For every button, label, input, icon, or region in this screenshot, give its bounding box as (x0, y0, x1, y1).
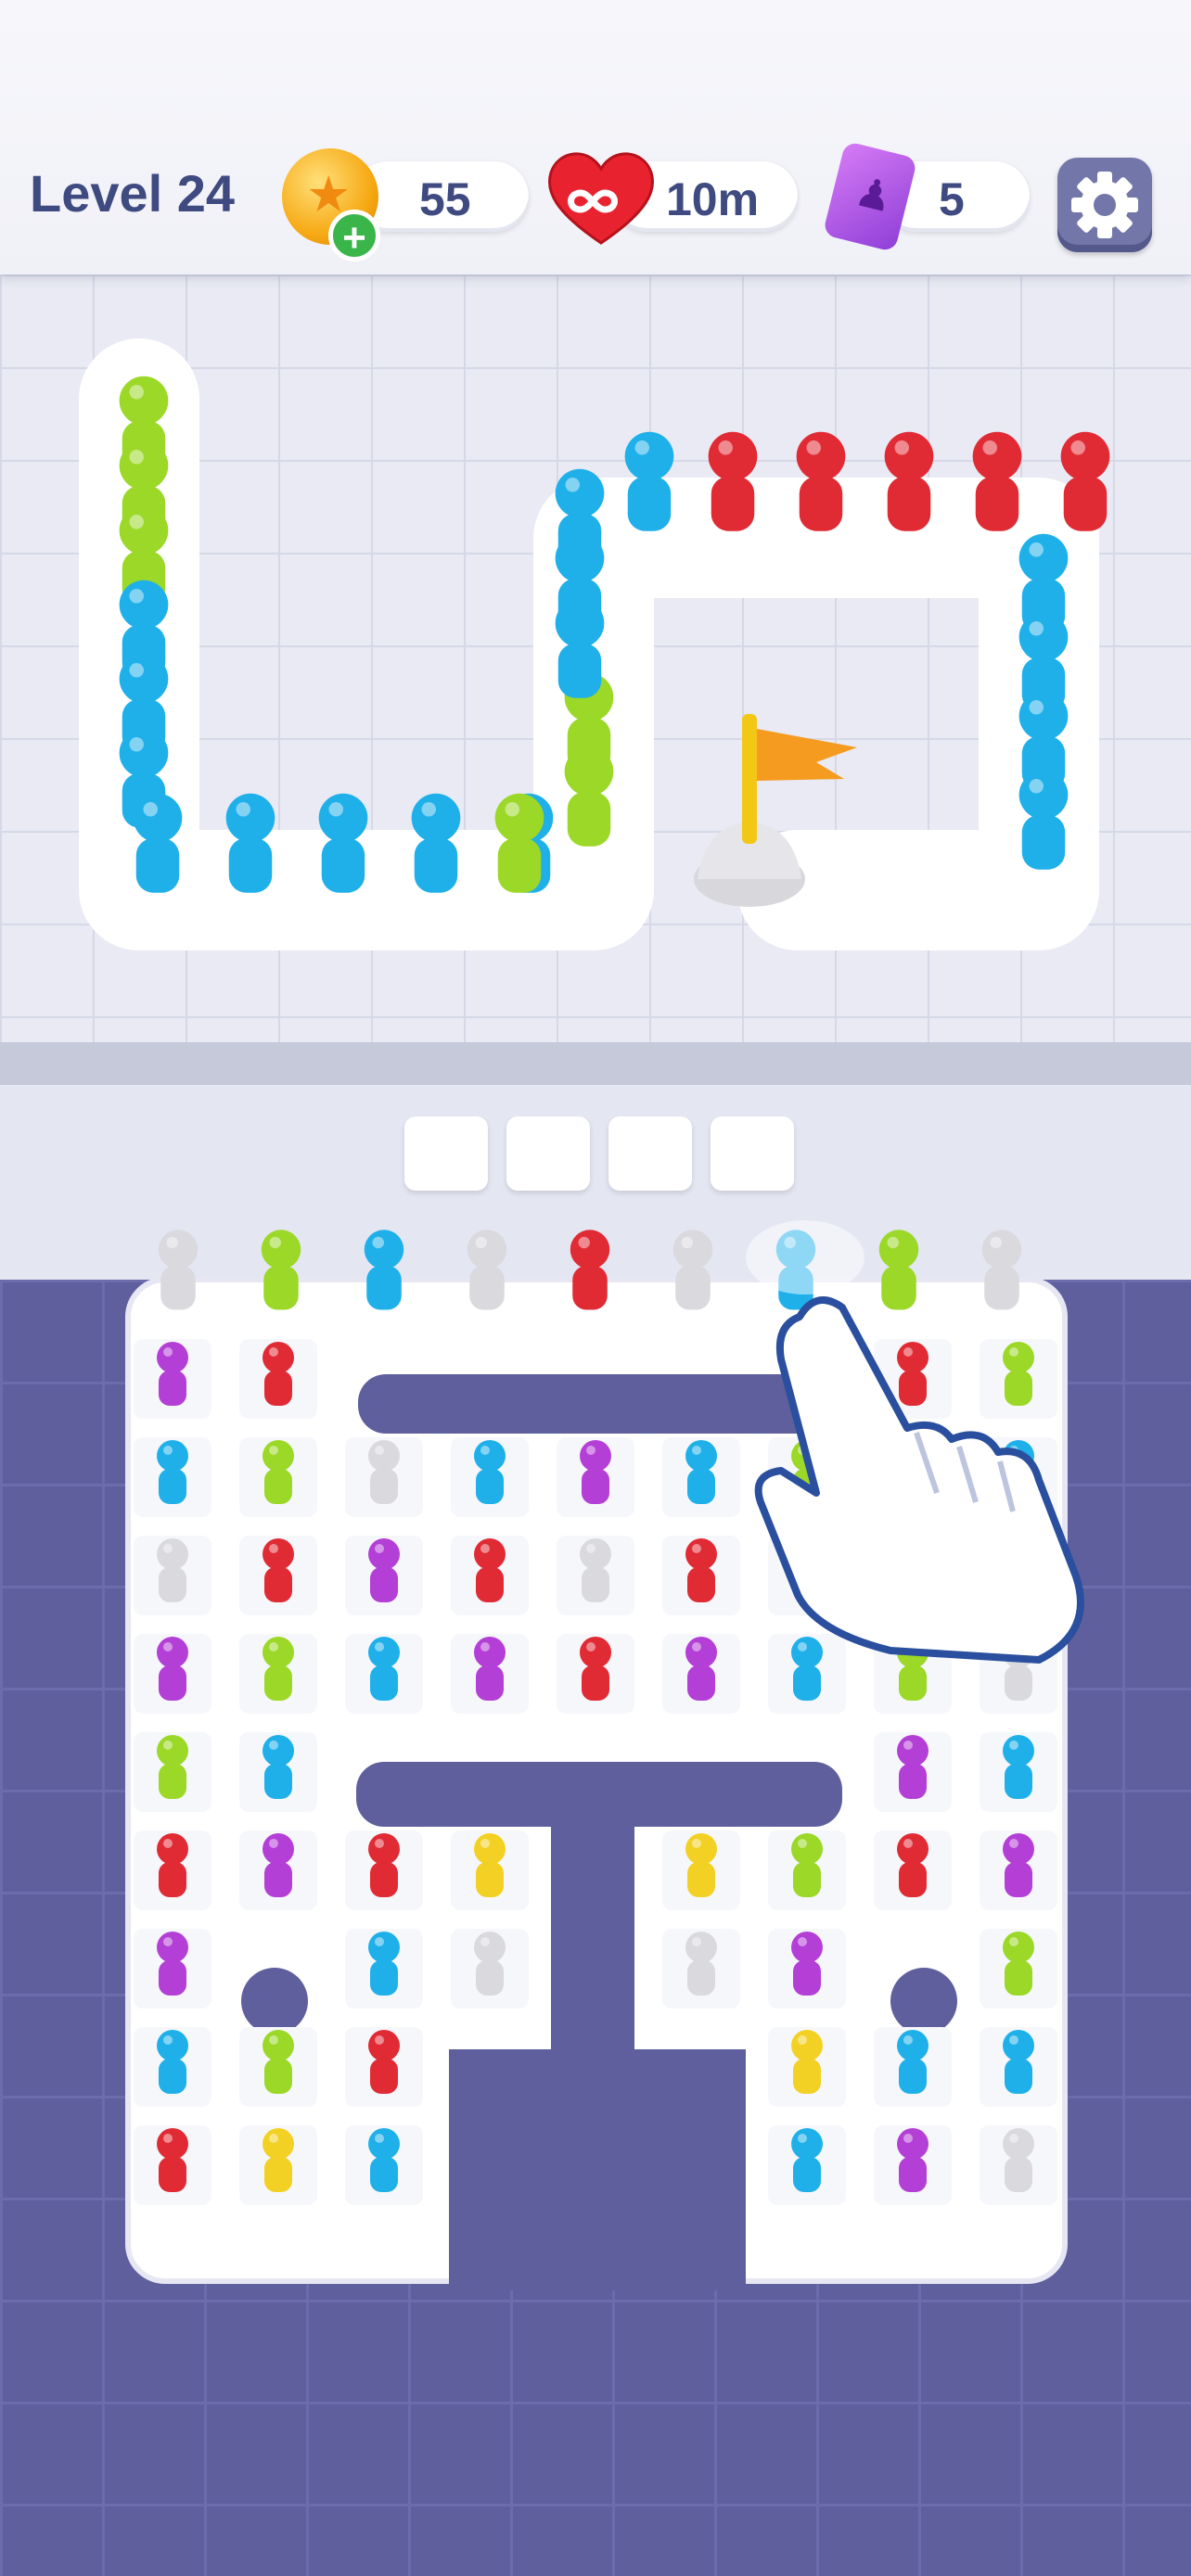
stickman-purple[interactable] (662, 1634, 740, 1714)
grid-layer (125, 1220, 1084, 2290)
stickman-blue[interactable] (239, 1732, 317, 1812)
stickman-purple[interactable] (980, 1830, 1057, 1910)
stickman-purple[interactable] (345, 1536, 423, 1615)
ticket-icon: ♟ (822, 140, 918, 253)
stickman-white[interactable] (345, 1437, 423, 1517)
stickman-purple[interactable] (134, 1634, 211, 1714)
stickman-blue[interactable] (451, 1437, 529, 1517)
stickman-green[interactable] (239, 1634, 317, 1714)
coin-count: 55 (419, 173, 471, 225)
stickman-white (467, 1230, 507, 1310)
settings-button[interactable] (1057, 158, 1152, 252)
lives-timer: 10m (666, 173, 760, 225)
stickman-red[interactable] (557, 1634, 634, 1714)
stickman-white (672, 1230, 713, 1310)
stickman-purple[interactable] (134, 1929, 211, 2009)
stickman-green (261, 1230, 301, 1310)
level-label: Level 24 (30, 164, 236, 223)
infinite-heart-icon (547, 152, 655, 245)
stickman-blue[interactable] (345, 1634, 423, 1714)
stickman-red[interactable] (134, 1830, 211, 1910)
top-bar: Level 24 55 ★ + 10m 5 ♟ (0, 0, 1191, 274)
stickman-purple[interactable] (874, 2125, 952, 2205)
stickman-white[interactable] (134, 1536, 211, 1615)
stickman-purple[interactable] (768, 1929, 846, 2009)
stickman-red[interactable] (345, 2027, 423, 2107)
stickman-green (878, 1230, 919, 1310)
stickman-yellow[interactable] (239, 2125, 317, 2205)
stickman-red[interactable] (134, 2125, 211, 2205)
gear-icon (1071, 172, 1138, 238)
stickman-green[interactable] (768, 1830, 846, 1910)
stickman-purple[interactable] (874, 1732, 952, 1812)
stickman-red[interactable] (662, 1536, 740, 1615)
stickman-yellow[interactable] (451, 1830, 529, 1910)
stickman-blue[interactable] (134, 2027, 211, 2107)
stickman-white[interactable] (980, 2125, 1057, 2205)
stickman-purple[interactable] (451, 1634, 529, 1714)
stickman-purple[interactable] (239, 1830, 317, 1910)
stickman-blue[interactable] (980, 2027, 1057, 2107)
stickman-red[interactable] (874, 1830, 952, 1910)
ticket-count: 5 (939, 173, 965, 225)
stickman-blue[interactable] (768, 2125, 846, 2205)
stickman-blue[interactable] (134, 1437, 211, 1517)
stickman-blue[interactable] (980, 1732, 1057, 1812)
stickman-blue[interactable] (662, 1437, 740, 1517)
stickman-green[interactable] (239, 2027, 317, 2107)
stickman-blue[interactable] (345, 1929, 423, 2009)
stickman-green[interactable] (980, 1339, 1057, 1419)
stickman-yellow[interactable] (768, 2027, 846, 2107)
stickman-yellow[interactable] (662, 1830, 740, 1910)
add-coins-button[interactable]: + (328, 210, 380, 261)
stickman-white (981, 1230, 1022, 1310)
stickman-white[interactable] (451, 1929, 529, 2009)
coin-counter: 55 (352, 161, 529, 232)
stickman-blue[interactable] (768, 1634, 846, 1714)
stickman-blue[interactable] (345, 2125, 423, 2205)
stickman-red[interactable] (239, 1536, 317, 1615)
stickman-white[interactable] (662, 1929, 740, 2009)
stickman-red[interactable] (345, 1830, 423, 1910)
stickman-white (158, 1230, 198, 1310)
stickman-green[interactable] (239, 1437, 317, 1517)
stickman-purple[interactable] (557, 1437, 634, 1517)
stickman-green[interactable] (134, 1732, 211, 1812)
stickman-white[interactable] (557, 1536, 634, 1615)
stickman-red[interactable] (239, 1339, 317, 1419)
stickman-blue (364, 1230, 404, 1310)
stickman-red (570, 1230, 610, 1310)
stickman-blue[interactable] (874, 2027, 952, 2107)
stickman-purple[interactable] (134, 1339, 211, 1419)
stickman-red[interactable] (451, 1536, 529, 1615)
queue-row (158, 1230, 1022, 1310)
stickman-green[interactable] (980, 1929, 1057, 2009)
